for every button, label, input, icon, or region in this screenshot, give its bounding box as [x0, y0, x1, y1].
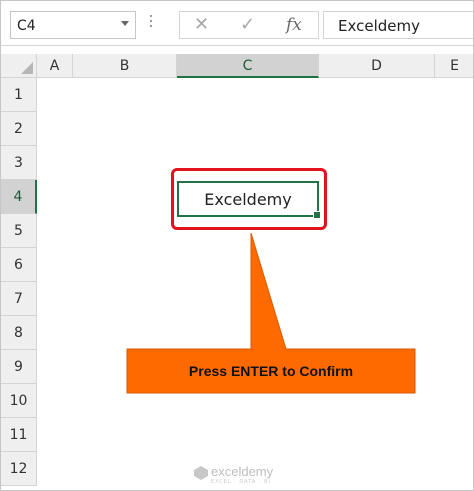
watermark-tagline: EXCEL · DATA · BI [211, 479, 271, 485]
excel-window: C4 ✕ ✓ fx Exceldemy A B C D E 1 2 3 4 5 … [0, 0, 474, 491]
callout-shape [126, 232, 416, 394]
callout-label: Press ENTER to Confirm [188, 363, 354, 379]
exceldemy-logo-icon [194, 466, 208, 480]
watermark: exceldemy EXCEL · DATA · BI [194, 464, 294, 486]
watermark-brand: exceldemy [211, 464, 274, 479]
